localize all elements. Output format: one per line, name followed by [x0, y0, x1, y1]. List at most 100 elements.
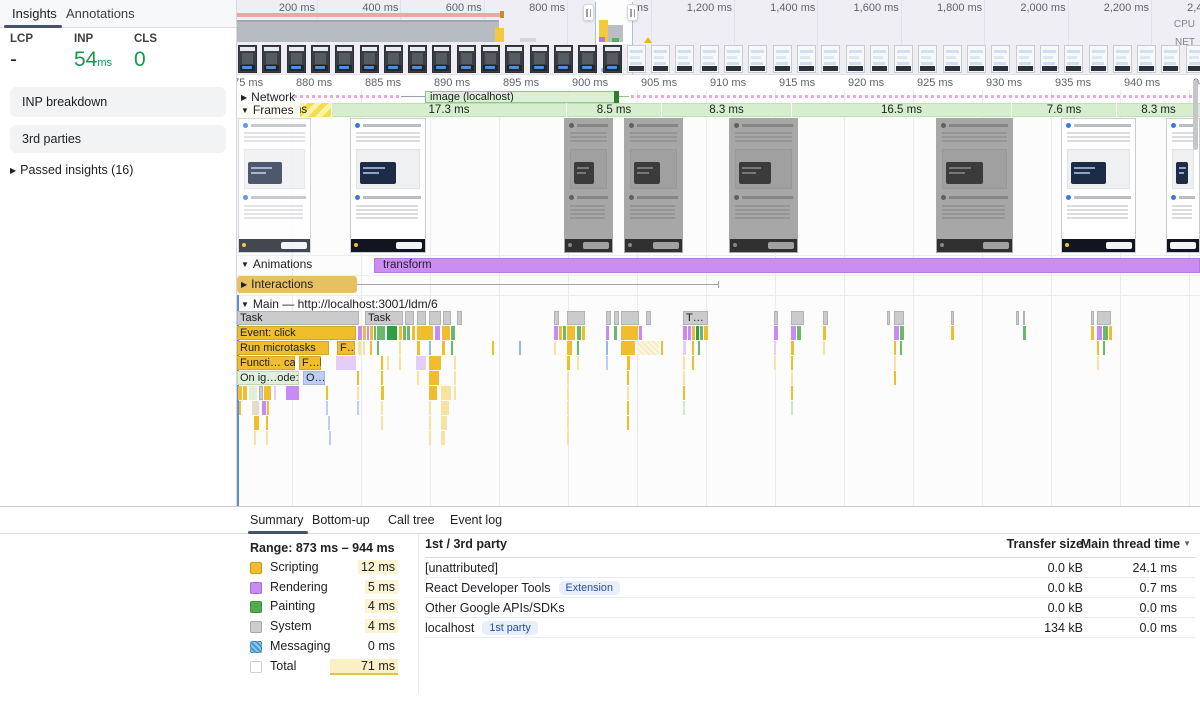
flame-bar-small[interactable]: [894, 371, 896, 385]
flame-bar-small[interactable]: [627, 386, 629, 400]
flame-bar[interactable]: T…: [683, 311, 708, 325]
flame-bar-small[interactable]: [451, 326, 455, 340]
frame-duration-segment[interactable]: 8.3 ms: [661, 103, 791, 117]
flame-bar-small[interactable]: [1103, 326, 1108, 340]
tab-summary[interactable]: Summary: [250, 513, 303, 527]
flame-bar-small[interactable]: [894, 326, 899, 340]
flame-bar-small[interactable]: [696, 326, 699, 340]
flame-bar-small[interactable]: [577, 326, 581, 340]
flame-bar-small[interactable]: [951, 311, 954, 325]
flame-bar-small[interactable]: [429, 401, 431, 415]
flame-bar-small[interactable]: [683, 371, 685, 385]
frame-duration-segment[interactable]: 8.3 ms: [1116, 103, 1200, 117]
flame-bar-small[interactable]: [399, 326, 402, 340]
flame-bar-small[interactable]: [429, 386, 437, 400]
flame-bar-small[interactable]: [606, 326, 609, 340]
flame-bar-small[interactable]: [661, 341, 663, 355]
flame-bar-small[interactable]: [417, 311, 426, 325]
flame-bar-small[interactable]: [429, 371, 439, 385]
flame-bar-small[interactable]: [381, 416, 383, 430]
flame-bar-small[interactable]: [614, 311, 619, 325]
frame-screenshot[interactable]: [936, 118, 1013, 253]
flame-bar-small[interactable]: [403, 326, 406, 340]
flame-bar-small[interactable]: [1109, 326, 1112, 340]
flame-bar-small[interactable]: [887, 311, 890, 325]
flame-bar-small[interactable]: [894, 356, 896, 370]
flame-bar-small[interactable]: [407, 326, 410, 340]
column-header-transfer-size[interactable]: Transfer size: [1007, 537, 1083, 551]
column-header-main-thread-time[interactable]: Main thread time▼: [1081, 537, 1191, 551]
flame-bar-small[interactable]: [274, 386, 276, 400]
flame-bar-small[interactable]: [567, 311, 585, 325]
flame-bar-small[interactable]: [1097, 311, 1111, 325]
flame-bar-small[interactable]: [577, 356, 579, 370]
flame-bar-small[interactable]: [559, 326, 562, 340]
flame-bar-small[interactable]: [567, 386, 569, 400]
flame-bar-small[interactable]: [363, 326, 366, 340]
column-header-party[interactable]: 1st / 3rd party: [425, 537, 507, 551]
flame-bar-small[interactable]: [614, 326, 617, 340]
flame-bar-small[interactable]: [254, 416, 259, 430]
frame-screenshot[interactable]: [350, 118, 426, 253]
flame-bar-small[interactable]: [683, 341, 686, 355]
flame-bar-small[interactable]: [606, 356, 608, 370]
tab-bottom-up[interactable]: Bottom-up: [312, 513, 370, 527]
flame-bar-small[interactable]: [1097, 326, 1102, 340]
flame-bar-small[interactable]: [554, 311, 559, 325]
flame-bar-small[interactable]: [639, 326, 642, 340]
flame-bar-small[interactable]: [791, 401, 793, 415]
flame-bar-small[interactable]: [492, 341, 494, 355]
table-row[interactable]: [unattributed]0.0 kB24.1 ms: [425, 558, 1195, 578]
flame-bar-small[interactable]: [441, 416, 447, 430]
cls-value[interactable]: 0: [134, 48, 146, 72]
flame-bar-small[interactable]: [621, 311, 639, 325]
vertical-scrollbar-thumb[interactable]: [1193, 80, 1198, 150]
flame-bar-small[interactable]: [1097, 356, 1099, 370]
frame-screenshot[interactable]: [564, 118, 613, 253]
flame-bar-small[interactable]: [454, 371, 456, 385]
flame-bar-small[interactable]: [823, 311, 828, 325]
flame-bar-small[interactable]: [254, 431, 256, 445]
flame-bar-small[interactable]: [1023, 326, 1026, 340]
flame-bar-small[interactable]: [823, 341, 825, 355]
flame-bar-small[interactable]: [774, 356, 776, 370]
flame-bar-small[interactable]: [252, 401, 259, 415]
flame-bar-small[interactable]: [646, 311, 651, 325]
frame-screenshot[interactable]: [729, 118, 798, 253]
flame-bar-small[interactable]: [567, 326, 575, 340]
table-row[interactable]: React Developer ToolsExtension0.0 kB0.7 …: [425, 578, 1195, 598]
flame-bar-small[interactable]: [239, 401, 241, 415]
insight-card-inp-breakdown[interactable]: INP breakdown: [10, 87, 226, 117]
flame-bar-small[interactable]: [774, 326, 778, 340]
flame-bar-small[interactable]: [358, 326, 362, 340]
flame-bar-small[interactable]: [326, 401, 328, 415]
selection-handle-left[interactable]: [583, 4, 594, 21]
flame-bar-small[interactable]: [435, 326, 440, 340]
flame-bar-small[interactable]: [357, 386, 359, 400]
flame-bar-small[interactable]: [429, 311, 441, 325]
frame-duration-segment[interactable]: 16.5 ms: [791, 103, 1011, 117]
inp-value[interactable]: 54ms: [74, 48, 112, 72]
frame-screenshot[interactable]: [238, 118, 311, 253]
flame-bar-small[interactable]: [377, 326, 385, 340]
interactions-track-label[interactable]: ▶Interactions: [241, 277, 313, 291]
flame-bar-small[interactable]: [441, 431, 445, 445]
flame-bar-small[interactable]: [692, 326, 695, 340]
flame-bar-small[interactable]: [554, 326, 558, 340]
flame-bar-small[interactable]: [381, 356, 383, 370]
flame-bar-small[interactable]: [1103, 341, 1105, 355]
flame-bar-small[interactable]: [387, 326, 397, 340]
flame-bar-small[interactable]: [267, 401, 269, 415]
flame-bar-small[interactable]: [443, 311, 451, 325]
flame-bar-small[interactable]: [637, 341, 659, 355]
animation-bar[interactable]: transform: [374, 258, 1200, 273]
flame-bar-small[interactable]: [399, 341, 401, 355]
flame-bar-small[interactable]: [791, 326, 796, 340]
tab-call-tree[interactable]: Call tree: [388, 513, 435, 527]
flame-bar-small[interactable]: [563, 326, 566, 340]
selection-handle-right[interactable]: [627, 4, 638, 21]
flame-bar-small[interactable]: [567, 371, 569, 385]
flame-bar-small[interactable]: [417, 371, 419, 385]
flame-bar[interactable]: Run microtasks: [237, 341, 329, 355]
flame-bar-small[interactable]: [774, 311, 778, 325]
